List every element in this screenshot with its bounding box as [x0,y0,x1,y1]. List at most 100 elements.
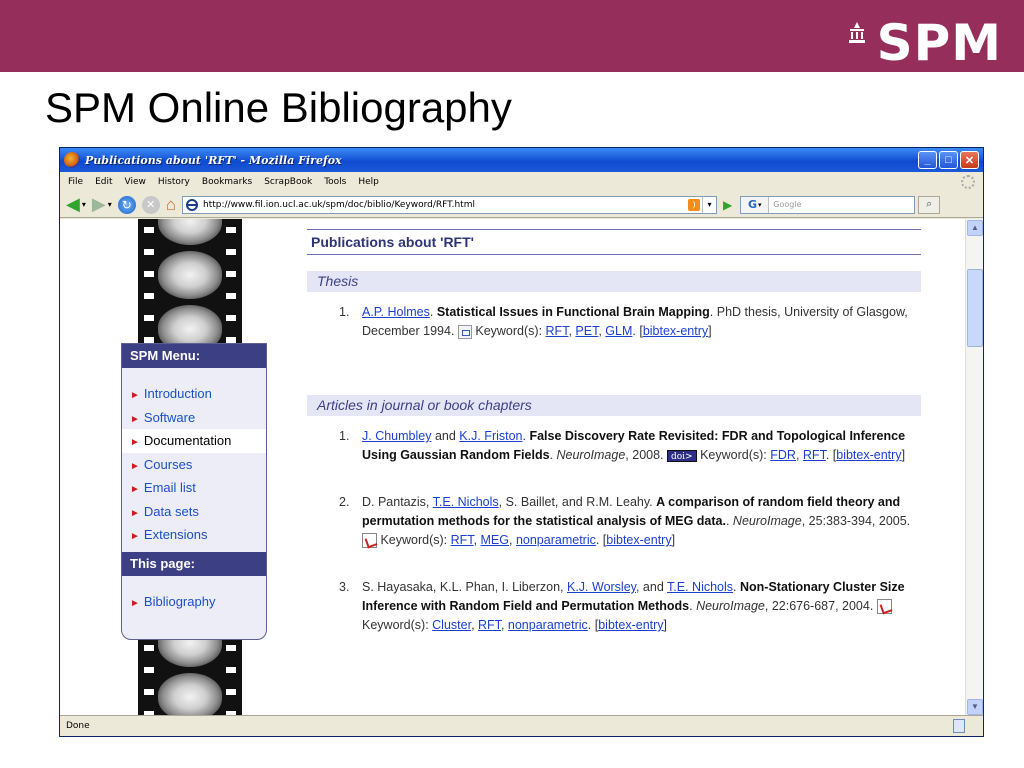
feed-icon[interactable]: ) [688,198,700,211]
author-link[interactable]: T.E. Nichols [433,495,499,509]
spm-menu: SPM Menu: ► Introduction ► Software ► Docum… [121,343,267,640]
ucl-emblem-icon [848,22,865,43]
keyword-link[interactable]: RFT [478,618,501,632]
pdf-icon[interactable] [362,533,377,549]
status-bar: Done [60,715,983,736]
url-dropdown-icon[interactable]: ▾ [702,196,716,213]
forward-icon[interactable]: ▶ [92,194,106,215]
scroll-up-icon[interactable]: ▲ [967,220,983,236]
url-text[interactable]: http://www.fil.ion.ucl.ac.uk/spm/doc/bib… [203,200,688,210]
menu-edit[interactable]: Edit [95,177,112,187]
menu-help[interactable]: Help [358,177,379,187]
menu-item-introduction[interactable]: ► Introduction [122,382,266,406]
logo-text: SPM [876,14,1002,72]
keyword-link[interactable]: nonparametric [508,618,588,632]
page-heading: Publications about 'RFT' [307,229,921,255]
arrow-icon: ► [130,597,140,609]
keyword-link[interactable]: GLM [605,324,632,338]
list-item: 3. S. Hayasaka, K.L. Phan, I. Liberzon, … [339,580,905,632]
keyword-link[interactable]: FDR [770,448,796,462]
menu-item-data-sets[interactable]: ► Data sets [122,500,266,524]
bibtex-link[interactable]: bibtex-entry [643,324,708,338]
page-icon [953,719,965,733]
back-dropdown-icon[interactable]: ▾ [82,200,86,209]
search-icon[interactable]: ⌕ [918,195,941,214]
status-text: Done [66,721,90,731]
author-link[interactable]: J. Chumbley [362,429,431,443]
doi-badge[interactable]: doi> [667,449,697,462]
arrow-icon: ► [130,484,140,495]
back-icon[interactable]: ◀ [66,194,80,215]
page-content: SPM Menu: ► Introduction ► Software ► Docum… [60,219,965,716]
brain-image [158,673,222,716]
keyword-link[interactable]: MEG [481,533,509,547]
slide-banner: SPM [0,0,1024,72]
menu-tools[interactable]: Tools [324,177,346,187]
arrow-icon: ► [130,413,140,425]
keyword-link[interactable]: nonparametric [516,533,596,547]
search-input[interactable]: Google [769,200,801,209]
menu-heading: SPM Menu: [122,344,266,368]
bibtex-link[interactable]: bibtex-entry [598,618,663,632]
bibtex-link[interactable]: bibtex-entry [836,448,901,462]
spm-logo: SPM [847,18,1002,72]
scroll-thumb[interactable] [967,269,983,347]
arrow-icon: ► [130,390,140,401]
close-button[interactable]: ✕ [960,151,979,169]
pub-title: Statistical Issues in Functional Brain M… [436,305,710,319]
browser-window: Publications about 'RFT' - Mozilla Firef… [59,147,984,737]
keyword-link[interactable]: RFT [451,533,474,547]
keyword-link[interactable]: RFT [546,324,569,338]
navigation-toolbar: ◀ ▾ ▶ ▾ ↻ ✕ ⌂ http://www.fil.ion.ucl.ac.… [60,192,983,218]
go-icon[interactable]: ▶ [723,198,732,212]
brain-image [158,251,222,299]
list-item: 1. J. Chumbley and K.J. Friston. False D… [339,429,906,462]
author-link[interactable]: K.J. Worsley [567,580,636,594]
vertical-scrollbar[interactable]: ▲ ▼ [965,219,983,716]
firefox-icon [64,152,80,168]
list-item: 2. D. Pantazis, T.E. Nichols, S. Baillet… [339,495,911,549]
search-engine-icon[interactable]: G ▾ [741,196,770,213]
pdf-icon[interactable] [876,599,892,615]
minimize-button[interactable]: _ [918,151,937,169]
publication-list: Publications about 'RFT' Thesis 1. A.P. … [307,229,921,635]
section-articles: Articles in journal or book chapters [307,395,921,416]
menu-item-bibliography[interactable]: ► Bibliography [122,590,266,614]
menu-item-software[interactable]: ► Software [122,406,266,430]
keyword-link[interactable]: Cluster [432,618,471,632]
menu-item-email-list[interactable]: ► Email list [122,476,266,500]
author-link[interactable]: T.E. Nichols [667,580,733,594]
section-thesis: Thesis [307,271,921,292]
address-bar[interactable]: http://www.fil.ion.ucl.ac.uk/spm/doc/bib… [182,195,717,214]
slide-title: SPM Online Bibliography [45,84,512,131]
menu-file[interactable]: File [68,177,83,187]
menu-view[interactable]: View [125,177,146,187]
author-link[interactable]: A.P. Holmes [362,305,430,319]
scroll-down-icon[interactable]: ▼ [967,699,983,715]
keyword-link[interactable]: RFT [803,448,826,462]
menu-bookmarks[interactable]: Bookmarks [202,177,252,187]
arrow-icon: ► [130,437,140,448]
arrow-icon: ► [130,507,140,519]
window-title: Publications about 'RFT' - Mozilla Firef… [85,153,342,167]
arrow-icon: ► [130,531,140,542]
forward-dropdown-icon[interactable]: ▾ [108,200,112,209]
author-link[interactable]: K.J. Friston [459,429,522,443]
reload-icon[interactable]: ↻ [117,195,136,214]
menu-item-documentation[interactable]: ► Documentation [122,429,266,453]
menu-history[interactable]: History [158,177,190,187]
stop-icon[interactable]: ✕ [141,195,160,214]
keyword-link[interactable]: PET [575,324,598,338]
menu-bar: File Edit View History Bookmarks ScrapBo… [60,172,983,192]
list-item: 1. A.P. Holmes. Statistical Issues in Fu… [339,305,908,339]
maximize-button[interactable]: □ [939,151,958,169]
home-icon[interactable]: ⌂ [166,195,176,215]
menu-item-courses[interactable]: ► Courses [122,453,266,477]
search-box[interactable]: G ▾ Google [740,195,916,214]
menu-scrapbook[interactable]: ScrapBook [264,177,312,187]
bibtex-link[interactable]: bibtex-entry [606,533,671,547]
arrow-icon: ► [130,460,140,472]
menu-item-extensions[interactable]: ► Extensions [122,523,266,547]
postscript-icon[interactable] [457,324,472,339]
site-icon [186,198,198,211]
